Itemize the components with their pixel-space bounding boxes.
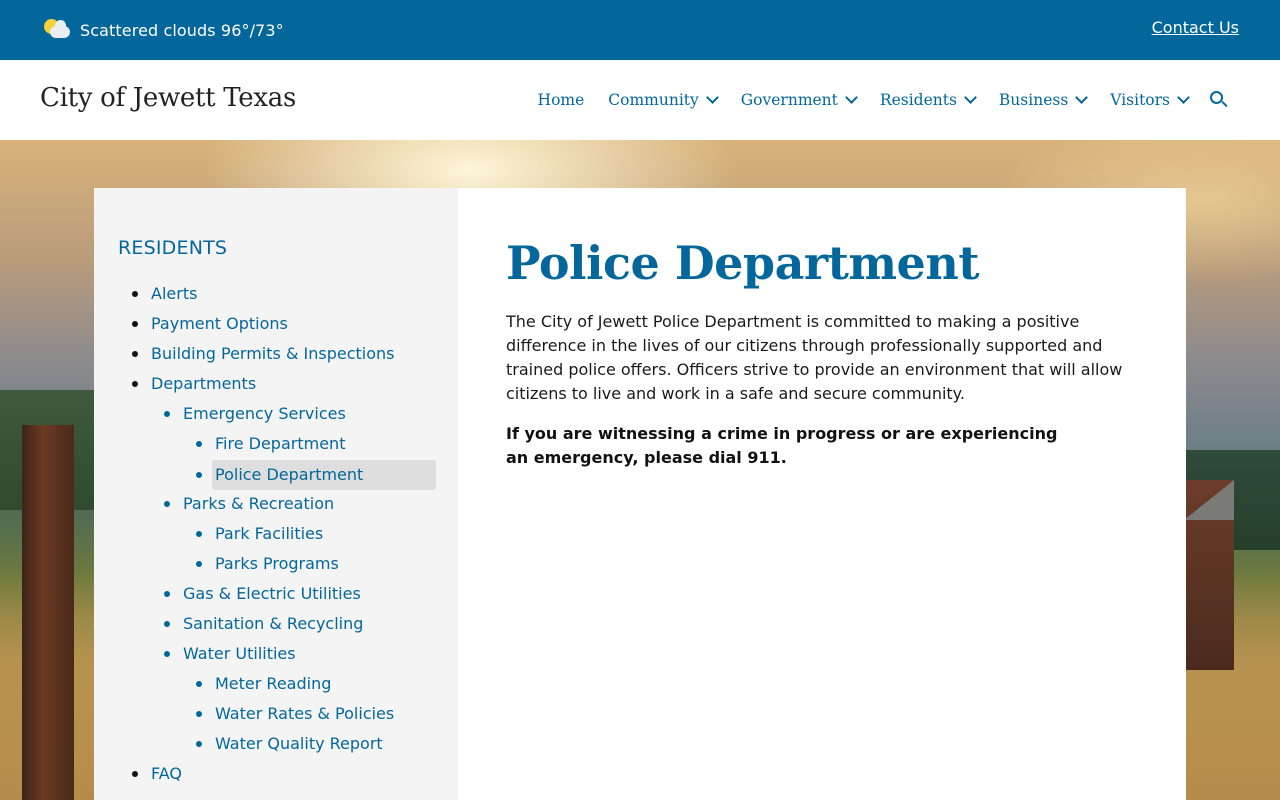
sidebar-item-label: Payment Options [151, 314, 288, 333]
chevron-down-icon [1177, 91, 1190, 104]
sidebar-item-label: Parks Programs [215, 554, 339, 573]
sidebar-item-parks-programs[interactable]: Parks Programs [196, 549, 339, 579]
sidebar-item-departments[interactable]: Departments [132, 369, 257, 399]
nav-visitors-label: Visitors [1110, 91, 1170, 109]
page-title: Police Department [506, 236, 980, 290]
utility-bar: Scattered clouds 96°/73° Contact Us [0, 0, 1280, 60]
sidebar-item-label: Emergency Services [183, 404, 346, 423]
sidebar-item-emergency-services[interactable]: Emergency Services [164, 399, 346, 429]
sidebar-item-label: Meter Reading [215, 674, 332, 693]
sidebar-item-gas-electric[interactable]: Gas & Electric Utilities [164, 579, 361, 609]
sidebar-heading[interactable]: RESIDENTS [118, 237, 227, 259]
weather-text: Scattered clouds 96°/73° [80, 20, 284, 40]
nav-business-label: Business [998, 91, 1069, 109]
sidebar-item-label: Water Utilities [183, 644, 296, 663]
sidebar-item-label: Sanitation & Recycling [183, 614, 364, 633]
sidebar-item-label: Water Rates & Policies [215, 704, 395, 723]
chevron-down-icon [845, 91, 858, 104]
sidebar-item-alerts[interactable]: Alerts [132, 279, 198, 309]
sidebar-item-label: Police Department [215, 465, 364, 484]
nav-government[interactable]: Government [740, 91, 858, 109]
nav-residents[interactable]: Residents [879, 91, 977, 109]
sidebar-item-water-rates[interactable]: Water Rates & Policies [196, 699, 395, 729]
nav-community[interactable]: Community [608, 91, 719, 109]
sidebar-item-water-utilities[interactable]: Water Utilities [164, 639, 296, 669]
nav-home-label: Home [537, 91, 585, 109]
nav-business[interactable]: Business [998, 91, 1089, 109]
intro-paragraph: The City of Jewett Police Department is … [506, 312, 1123, 403]
chevron-down-icon [705, 91, 719, 104]
site-header: City of Jewett Texas Home Community Gove… [0, 60, 1280, 140]
contact-us-link[interactable]: Contact Us [1152, 18, 1239, 37]
chevron-down-icon [1075, 91, 1089, 104]
sidebar-item-police-department[interactable]: Police Department [196, 460, 436, 490]
nav-government-label: Government [740, 91, 838, 109]
weather-widget: Scattered clouds 96°/73° [44, 17, 284, 43]
sidebar-item-park-facilities[interactable]: Park Facilities [196, 519, 324, 549]
sidebar-item-parks-recreation[interactable]: Parks & Recreation [164, 489, 335, 519]
site-title[interactable]: City of Jewett Texas [40, 83, 296, 113]
emergency-notice: If you are witnessing a crime in progres… [506, 424, 1058, 467]
sidebar-item-label: Building Permits & Inspections [151, 344, 395, 363]
sidebar-item-building-permits[interactable]: Building Permits & Inspections [132, 339, 395, 369]
main-nav: Home Community Government Residents Busi… [538, 88, 1228, 112]
sidebar-item-water-quality-report[interactable]: Water Quality Report [196, 729, 383, 759]
sidebar-item-label: Parks & Recreation [183, 494, 335, 513]
search-icon[interactable] [1210, 91, 1228, 109]
section-sidebar: RESIDENTS Alerts Payment Options Buildin… [94, 188, 458, 800]
nav-residents-label: Residents [879, 91, 957, 109]
nav-home[interactable]: Home [538, 91, 585, 109]
sidebar-item-payment-options[interactable]: Payment Options [132, 309, 288, 339]
partly-cloudy-icon [44, 17, 72, 43]
sidebar-item-label: Water Quality Report [215, 734, 383, 753]
nav-community-label: Community [608, 91, 699, 109]
sidebar-item-label: Alerts [151, 284, 198, 303]
sidebar-item-label: FAQ [151, 764, 182, 783]
sidebar-item-fire-department[interactable]: Fire Department [196, 429, 346, 459]
sidebar-item-label: Fire Department [215, 434, 346, 453]
main-content: Police Department The City of Jewett Pol… [458, 188, 1186, 800]
chevron-down-icon [964, 91, 977, 104]
sidebar-item-label: Park Facilities [215, 524, 324, 543]
sidebar-item-meter-reading[interactable]: Meter Reading [196, 669, 332, 699]
sidebar-item-faq[interactable]: FAQ [132, 759, 182, 789]
sidebar-item-label: Gas & Electric Utilities [183, 584, 361, 603]
sidebar-item-label: Departments [151, 374, 257, 393]
nav-visitors[interactable]: Visitors [1110, 91, 1190, 109]
sidebar-item-sanitation-recycling[interactable]: Sanitation & Recycling [164, 609, 364, 639]
